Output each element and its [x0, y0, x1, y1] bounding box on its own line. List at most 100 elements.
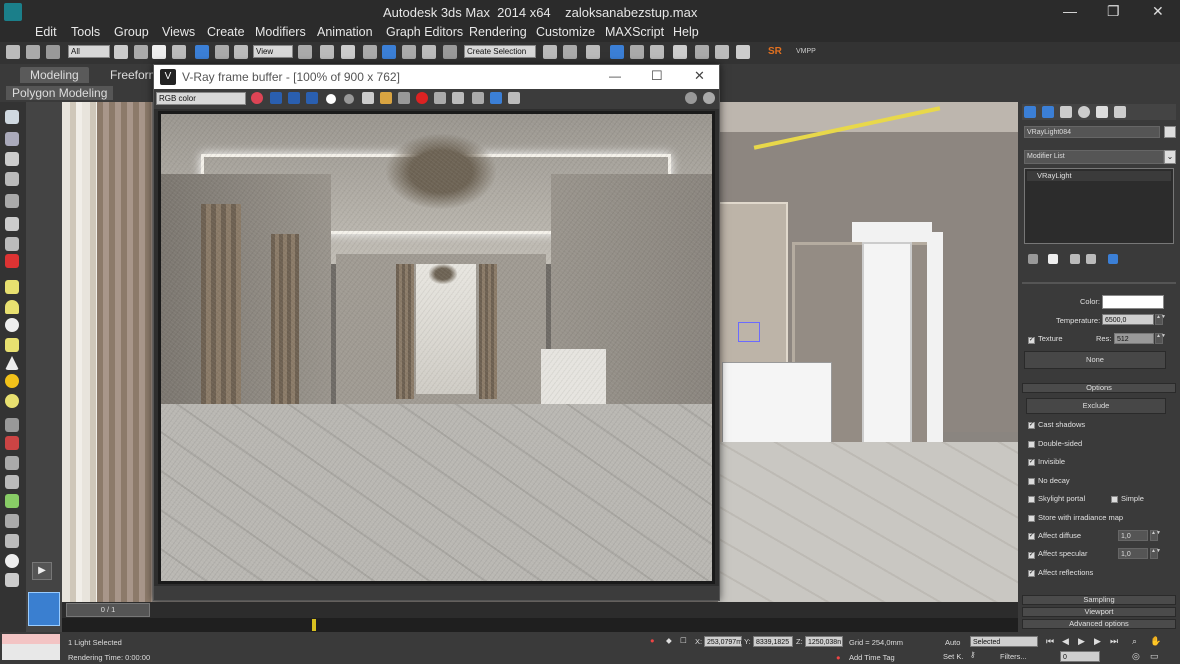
- set-key-button[interactable]: Set K.: [943, 652, 963, 661]
- tool-icon-9[interactable]: [5, 418, 19, 432]
- previous-frame-icon[interactable]: ◀: [1062, 636, 1069, 647]
- key-icon[interactable]: ⚷: [970, 650, 976, 659]
- menu-tools[interactable]: Tools: [71, 25, 100, 39]
- curve-editor-icon[interactable]: [630, 45, 644, 59]
- auto-key-button[interactable]: Auto: [945, 638, 960, 647]
- settings-icon[interactable]: [685, 92, 697, 104]
- load-image-icon[interactable]: [380, 92, 392, 104]
- tool-icon-3[interactable]: [5, 152, 19, 166]
- cone-icon[interactable]: [5, 356, 19, 370]
- named-selection-set-select[interactable]: Create Selection: [464, 45, 536, 58]
- menu-create[interactable]: Create: [207, 25, 245, 39]
- exclude-button[interactable]: Exclude: [1026, 398, 1166, 414]
- tool-icon-13[interactable]: [5, 494, 19, 508]
- menu-views[interactable]: Views: [162, 25, 195, 39]
- display-tab-icon[interactable]: [1096, 106, 1108, 118]
- viewport-rollout[interactable]: Viewport: [1022, 607, 1176, 617]
- make-unique-icon[interactable]: [1070, 254, 1080, 264]
- tool-icon-16[interactable]: [5, 554, 19, 568]
- polygon-modeling-label[interactable]: Polygon Modeling: [6, 86, 114, 100]
- blue-channel-icon[interactable]: [306, 92, 318, 104]
- play-sidebar-icon[interactable]: ▶: [32, 562, 52, 580]
- align-icon[interactable]: [563, 45, 577, 59]
- angle-snap-icon[interactable]: [382, 45, 396, 59]
- sphere-icon[interactable]: [5, 300, 19, 314]
- no-decay-checkbox[interactable]: [1028, 478, 1035, 485]
- vmpp-button[interactable]: VMPP: [796, 48, 816, 55]
- current-frame-field[interactable]: 0: [1060, 651, 1100, 662]
- affect-diffuse-field[interactable]: 1,0: [1118, 530, 1148, 541]
- graphite-toggle-icon[interactable]: [610, 45, 624, 59]
- hierarchy-tab-icon[interactable]: [1060, 106, 1072, 118]
- menu-customize[interactable]: Customize: [536, 25, 595, 39]
- sr-button[interactable]: SR: [768, 46, 782, 57]
- show-corrections-icon[interactable]: [490, 92, 502, 104]
- res-spinner[interactable]: ▲▼: [1155, 333, 1166, 344]
- viewcube-thumbnail[interactable]: [28, 592, 60, 626]
- go-to-start-icon[interactable]: ⏮: [1046, 636, 1054, 647]
- affect-reflections-checkbox[interactable]: ✓: [1028, 570, 1035, 577]
- render-last-icon[interactable]: [472, 92, 484, 104]
- temperature-spinner[interactable]: ▲▼: [1155, 314, 1166, 325]
- track-mouse-icon[interactable]: [452, 92, 464, 104]
- affect-specular-checkbox[interactable]: ✓: [1028, 552, 1035, 559]
- menu-modifiers[interactable]: Modifiers: [255, 25, 306, 39]
- vfb-maximize-icon[interactable]: ☐: [651, 68, 663, 84]
- render-setup-icon[interactable]: [695, 45, 709, 59]
- remove-modifier-icon[interactable]: [1086, 254, 1096, 264]
- select-object-icon[interactable]: [114, 45, 128, 59]
- material-editor-icon[interactable]: [673, 45, 687, 59]
- modifier-list-select[interactable]: Modifier List: [1024, 150, 1164, 164]
- schematic-view-icon[interactable]: [650, 45, 664, 59]
- percent-snap-icon[interactable]: [402, 45, 416, 59]
- isolate-icon[interactable]: ◆: [666, 636, 672, 645]
- go-to-end-icon[interactable]: ⏭: [1110, 636, 1118, 647]
- next-frame-icon[interactable]: ▶: [1094, 636, 1101, 647]
- configure-sets-icon[interactable]: [1108, 254, 1118, 264]
- link-icon[interactable]: [46, 45, 60, 59]
- clear-image-icon[interactable]: [398, 92, 410, 104]
- simple-checkbox[interactable]: [1111, 496, 1118, 503]
- window-crossing-icon[interactable]: [172, 45, 186, 59]
- time-slider[interactable]: 0 / 1: [62, 602, 1018, 618]
- tool-icon-14[interactable]: [5, 514, 19, 528]
- orbit-icon[interactable]: ◎: [1132, 651, 1140, 662]
- tool-icon-12[interactable]: [5, 475, 19, 489]
- tool-icon-1[interactable]: [5, 110, 19, 124]
- affect-specular-field[interactable]: 1,0: [1118, 548, 1148, 559]
- show-end-result-icon[interactable]: [1048, 254, 1058, 264]
- advanced-options-rollout[interactable]: Advanced options: [1022, 619, 1176, 629]
- modifier-stack-item[interactable]: VRayLight: [1027, 171, 1171, 181]
- move-icon[interactable]: [195, 45, 209, 59]
- tool-icon-10[interactable]: [5, 436, 19, 450]
- select-by-name-icon[interactable]: [134, 45, 148, 59]
- affect-specular-spinner[interactable]: ▲▼: [1150, 548, 1161, 559]
- object-name-field[interactable]: VRayLight084: [1024, 126, 1160, 138]
- edit-named-selection-icon[interactable]: [443, 45, 457, 59]
- tool-icon-7[interactable]: [5, 237, 19, 251]
- close-icon[interactable]: ✕: [1152, 3, 1164, 20]
- invisible-checkbox[interactable]: ✓: [1028, 459, 1035, 466]
- tool-icon-6[interactable]: [5, 217, 19, 231]
- double-sided-checkbox[interactable]: [1028, 441, 1035, 448]
- menu-edit[interactable]: Edit: [35, 25, 57, 39]
- lock-icon[interactable]: ●: [650, 636, 655, 645]
- utilities-tab-icon[interactable]: [1114, 106, 1126, 118]
- tool-icon-17[interactable]: [5, 573, 19, 587]
- motion-tab-icon[interactable]: [1078, 106, 1090, 118]
- geosphere-icon[interactable]: [5, 318, 19, 332]
- tab-modeling[interactable]: Modeling: [20, 67, 89, 83]
- region-render-icon[interactable]: [434, 92, 446, 104]
- stop-render-icon[interactable]: [416, 92, 428, 104]
- tool-icon-15[interactable]: [5, 534, 19, 548]
- key-marker[interactable]: [312, 619, 316, 631]
- red-channel-icon[interactable]: [270, 92, 282, 104]
- undo-icon[interactable]: [6, 45, 20, 59]
- render-production-icon[interactable]: [736, 45, 750, 59]
- menu-group[interactable]: Group: [114, 25, 149, 39]
- texture-none-button[interactable]: None: [1024, 351, 1166, 369]
- tool-icon-11[interactable]: [5, 456, 19, 470]
- menu-maxscript[interactable]: MAXScript: [605, 25, 664, 39]
- vfb-close-icon[interactable]: ✕: [694, 68, 705, 84]
- z-coord-field[interactable]: 1250,038n: [805, 636, 843, 647]
